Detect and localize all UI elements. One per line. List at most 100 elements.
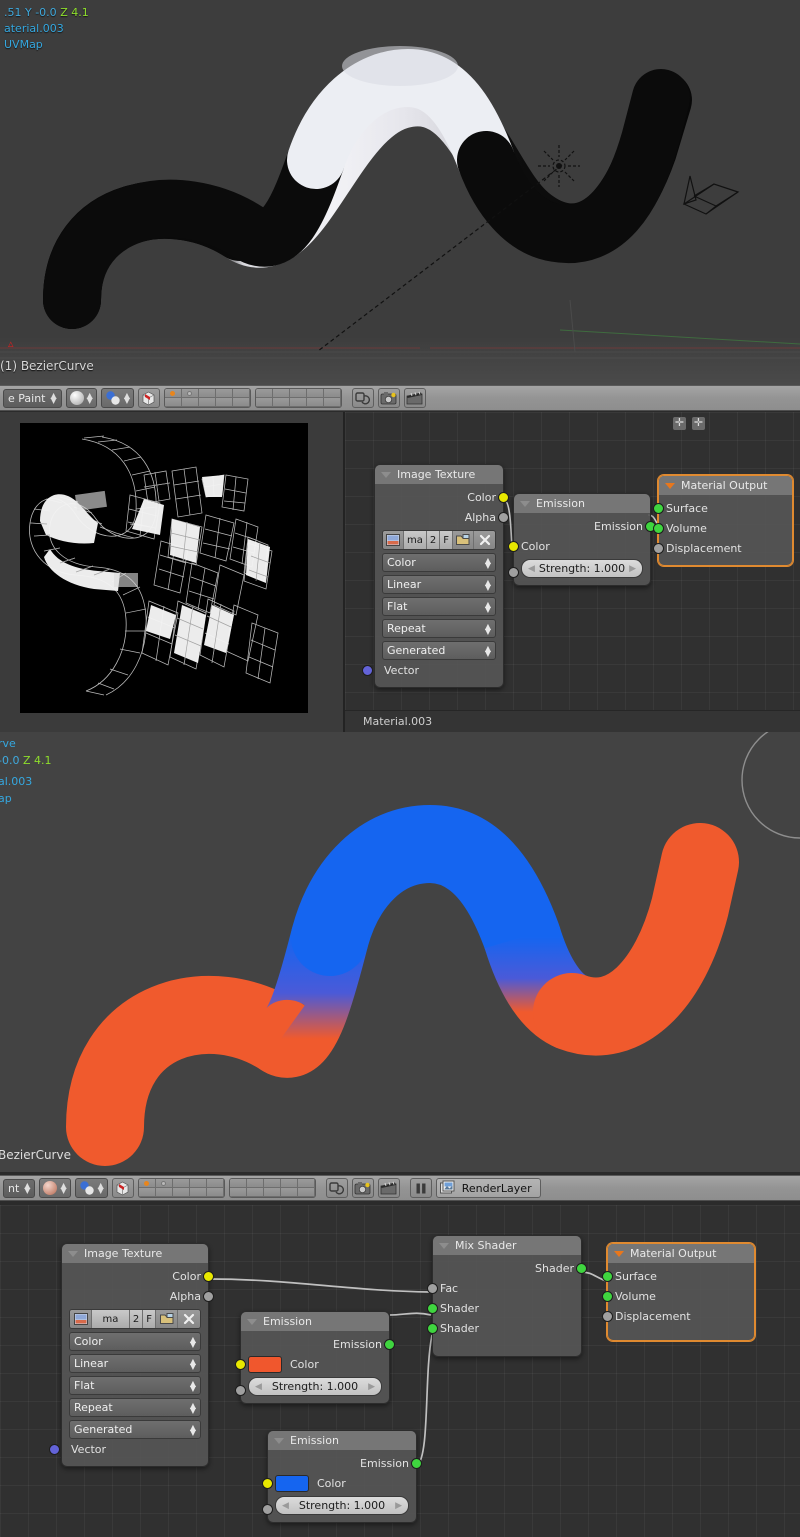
node-emission[interactable]: Emission Emission Color ◀ Strength: 1.00… bbox=[508, 493, 656, 586]
enum-interpolation[interactable]: Linear ▲ ▼ bbox=[69, 1354, 201, 1373]
layer-cell[interactable] bbox=[306, 389, 324, 398]
socket-color-in[interactable] bbox=[508, 540, 519, 552]
collapse-triangle-icon[interactable] bbox=[381, 471, 391, 478]
node-image-texture[interactable]: Image Texture Color Alpha ma 2 F Color ▲… bbox=[49, 1243, 214, 1467]
node-output-color[interactable]: Color bbox=[69, 1266, 214, 1286]
layer-cell[interactable] bbox=[323, 398, 341, 407]
layer-cell[interactable] bbox=[280, 1179, 298, 1188]
fake-user-button[interactable]: F bbox=[440, 531, 454, 549]
node-input-shader-2[interactable]: Shader bbox=[427, 1318, 574, 1338]
node-output-shader[interactable]: Shader bbox=[440, 1258, 587, 1278]
chevron-left-icon[interactable]: ◀ bbox=[255, 1382, 262, 1392]
header-bar-bottom[interactable]: nt ▲ ▼ ▲ ▼ ▲ ▼ RenderLayer bbox=[0, 1175, 800, 1201]
node-header[interactable]: Image Texture bbox=[62, 1244, 208, 1263]
socket-color-in[interactable] bbox=[262, 1477, 273, 1489]
fake-user-button[interactable]: F bbox=[143, 1310, 156, 1328]
viewport-3d-rendered[interactable]: rve -0.0 Z 4.1 al.003 ap BezierCurve bbox=[0, 732, 800, 1172]
image-users-count[interactable]: 2 bbox=[426, 531, 441, 549]
render-animation-button[interactable] bbox=[403, 388, 426, 408]
collapse-triangle-icon[interactable] bbox=[614, 1250, 624, 1257]
node-header[interactable]: Mix Shader bbox=[433, 1236, 581, 1255]
image-datablock-icon[interactable] bbox=[383, 531, 405, 549]
socket-color-out[interactable] bbox=[498, 491, 509, 503]
layer-cell[interactable] bbox=[272, 398, 290, 407]
socket-strength-in[interactable] bbox=[508, 567, 519, 578]
node-editor-bottom[interactable]: Image Texture Color Alpha ma 2 F Color ▲… bbox=[0, 1205, 800, 1537]
socket-alpha-out[interactable] bbox=[203, 1290, 214, 1302]
open-image-icon[interactable] bbox=[156, 1310, 178, 1328]
strength-slider[interactable]: ◀ Strength: 1.000 ▶ bbox=[521, 559, 643, 578]
snap-magnet-button[interactable] bbox=[111, 1178, 134, 1198]
emission-color-swatch[interactable] bbox=[275, 1474, 309, 1492]
layer-cell[interactable] bbox=[138, 1179, 156, 1188]
viewport-shading-selector[interactable]: ▲ ▼ bbox=[65, 388, 97, 408]
render-image-button[interactable] bbox=[351, 1178, 374, 1198]
layer-cell[interactable] bbox=[232, 389, 250, 398]
enum-extension[interactable]: Repeat ▲ ▼ bbox=[382, 619, 496, 638]
node-input-displacement[interactable]: Displacement bbox=[653, 538, 785, 558]
layer-cell[interactable] bbox=[172, 1188, 190, 1197]
pause-render-button[interactable] bbox=[409, 1178, 432, 1198]
layer-cell[interactable] bbox=[189, 1179, 207, 1188]
node-input-surface[interactable]: Surface bbox=[602, 1266, 747, 1286]
socket-color-in[interactable] bbox=[235, 1358, 246, 1370]
node-input-volume[interactable]: Volume bbox=[602, 1286, 747, 1306]
node-input-displacement[interactable]: Displacement bbox=[602, 1306, 747, 1326]
socket-strength-in[interactable] bbox=[235, 1385, 246, 1396]
chevron-left-icon[interactable]: ◀ bbox=[282, 1501, 289, 1511]
layer-cell[interactable] bbox=[198, 398, 216, 407]
socket-shader1-in[interactable] bbox=[427, 1302, 438, 1314]
collapse-triangle-icon[interactable] bbox=[439, 1242, 449, 1249]
collapse-triangle-icon[interactable] bbox=[274, 1437, 284, 1444]
socket-shader2-in[interactable] bbox=[427, 1322, 438, 1334]
layer-cell[interactable] bbox=[206, 1179, 224, 1188]
collapse-triangle-icon[interactable] bbox=[247, 1318, 257, 1325]
strength-slider[interactable]: ◀ Strength: 1.000 ▶ bbox=[248, 1377, 382, 1396]
node-header[interactable]: Material Output bbox=[608, 1244, 754, 1263]
socket-alpha-out[interactable] bbox=[498, 511, 509, 523]
enum-color-space[interactable]: Color ▲ ▼ bbox=[69, 1332, 201, 1351]
layer-cell[interactable] bbox=[155, 1188, 173, 1197]
layer-cell[interactable] bbox=[297, 1188, 315, 1197]
layer-cell[interactable] bbox=[272, 389, 290, 398]
node-output-emission[interactable]: Emission bbox=[248, 1334, 395, 1354]
collapse-triangle-icon[interactable] bbox=[520, 500, 530, 507]
enum-color-space[interactable]: Color ▲ ▼ bbox=[382, 553, 496, 572]
image-datablock-icon[interactable] bbox=[70, 1310, 92, 1328]
node-image-texture[interactable]: Image Texture Color Alpha ma 2 F Color ▲… bbox=[362, 464, 509, 688]
socket-emission-out[interactable] bbox=[384, 1338, 395, 1350]
layer-cell[interactable] bbox=[215, 389, 233, 398]
socket-vector-in[interactable] bbox=[49, 1443, 60, 1455]
chevron-right-icon[interactable]: ▶ bbox=[368, 1382, 375, 1392]
enum-projection[interactable]: Flat ▲ ▼ bbox=[69, 1376, 201, 1395]
node-input-fac[interactable]: Fac bbox=[427, 1278, 574, 1298]
layer-cell[interactable] bbox=[246, 1179, 264, 1188]
socket-fac-in[interactable] bbox=[427, 1282, 438, 1294]
socket-shader-out[interactable] bbox=[576, 1262, 587, 1274]
socket-volume-in[interactable] bbox=[653, 522, 664, 534]
node-input-color[interactable]: Color bbox=[262, 1473, 409, 1493]
header-bar-mid[interactable]: e Paint ▲ ▼ ▲ ▼ ▲ ▼ bbox=[0, 385, 800, 411]
render-image-button[interactable] bbox=[377, 388, 400, 408]
emission-color-swatch[interactable] bbox=[248, 1355, 282, 1373]
node-output-alpha[interactable]: Alpha bbox=[69, 1286, 214, 1306]
node-header[interactable]: Material Output bbox=[659, 476, 792, 495]
layer-cell[interactable] bbox=[138, 1188, 156, 1197]
node-input-shader-1[interactable]: Shader bbox=[427, 1298, 574, 1318]
image-datablock-row[interactable]: ma 2 F bbox=[69, 1309, 201, 1329]
collapse-triangle-icon[interactable] bbox=[68, 1250, 78, 1257]
viewport-3d-solid[interactable]: .51 Y -0.0 Z 4.1 aterial.003 UVMap ▵ (1)… bbox=[0, 0, 800, 385]
open-image-icon[interactable] bbox=[453, 531, 475, 549]
layer-cell[interactable] bbox=[289, 398, 307, 407]
chevron-right-icon[interactable]: ▶ bbox=[395, 1501, 402, 1511]
socket-surface-in[interactable] bbox=[653, 502, 664, 514]
proportional-edit-button[interactable] bbox=[351, 388, 374, 408]
enum-extension[interactable]: Repeat ▲ ▼ bbox=[69, 1398, 201, 1417]
enum-interpolation[interactable]: Linear ▲ ▼ bbox=[382, 575, 496, 594]
proportional-edit-button[interactable] bbox=[325, 1178, 348, 1198]
collapse-triangle-icon[interactable] bbox=[665, 482, 675, 489]
socket-displacement-in[interactable] bbox=[653, 542, 664, 554]
node-input-color[interactable]: Color bbox=[235, 1354, 382, 1374]
pivot-selector[interactable]: ▲ ▼ bbox=[100, 388, 134, 408]
layer-cell[interactable] bbox=[172, 1179, 190, 1188]
